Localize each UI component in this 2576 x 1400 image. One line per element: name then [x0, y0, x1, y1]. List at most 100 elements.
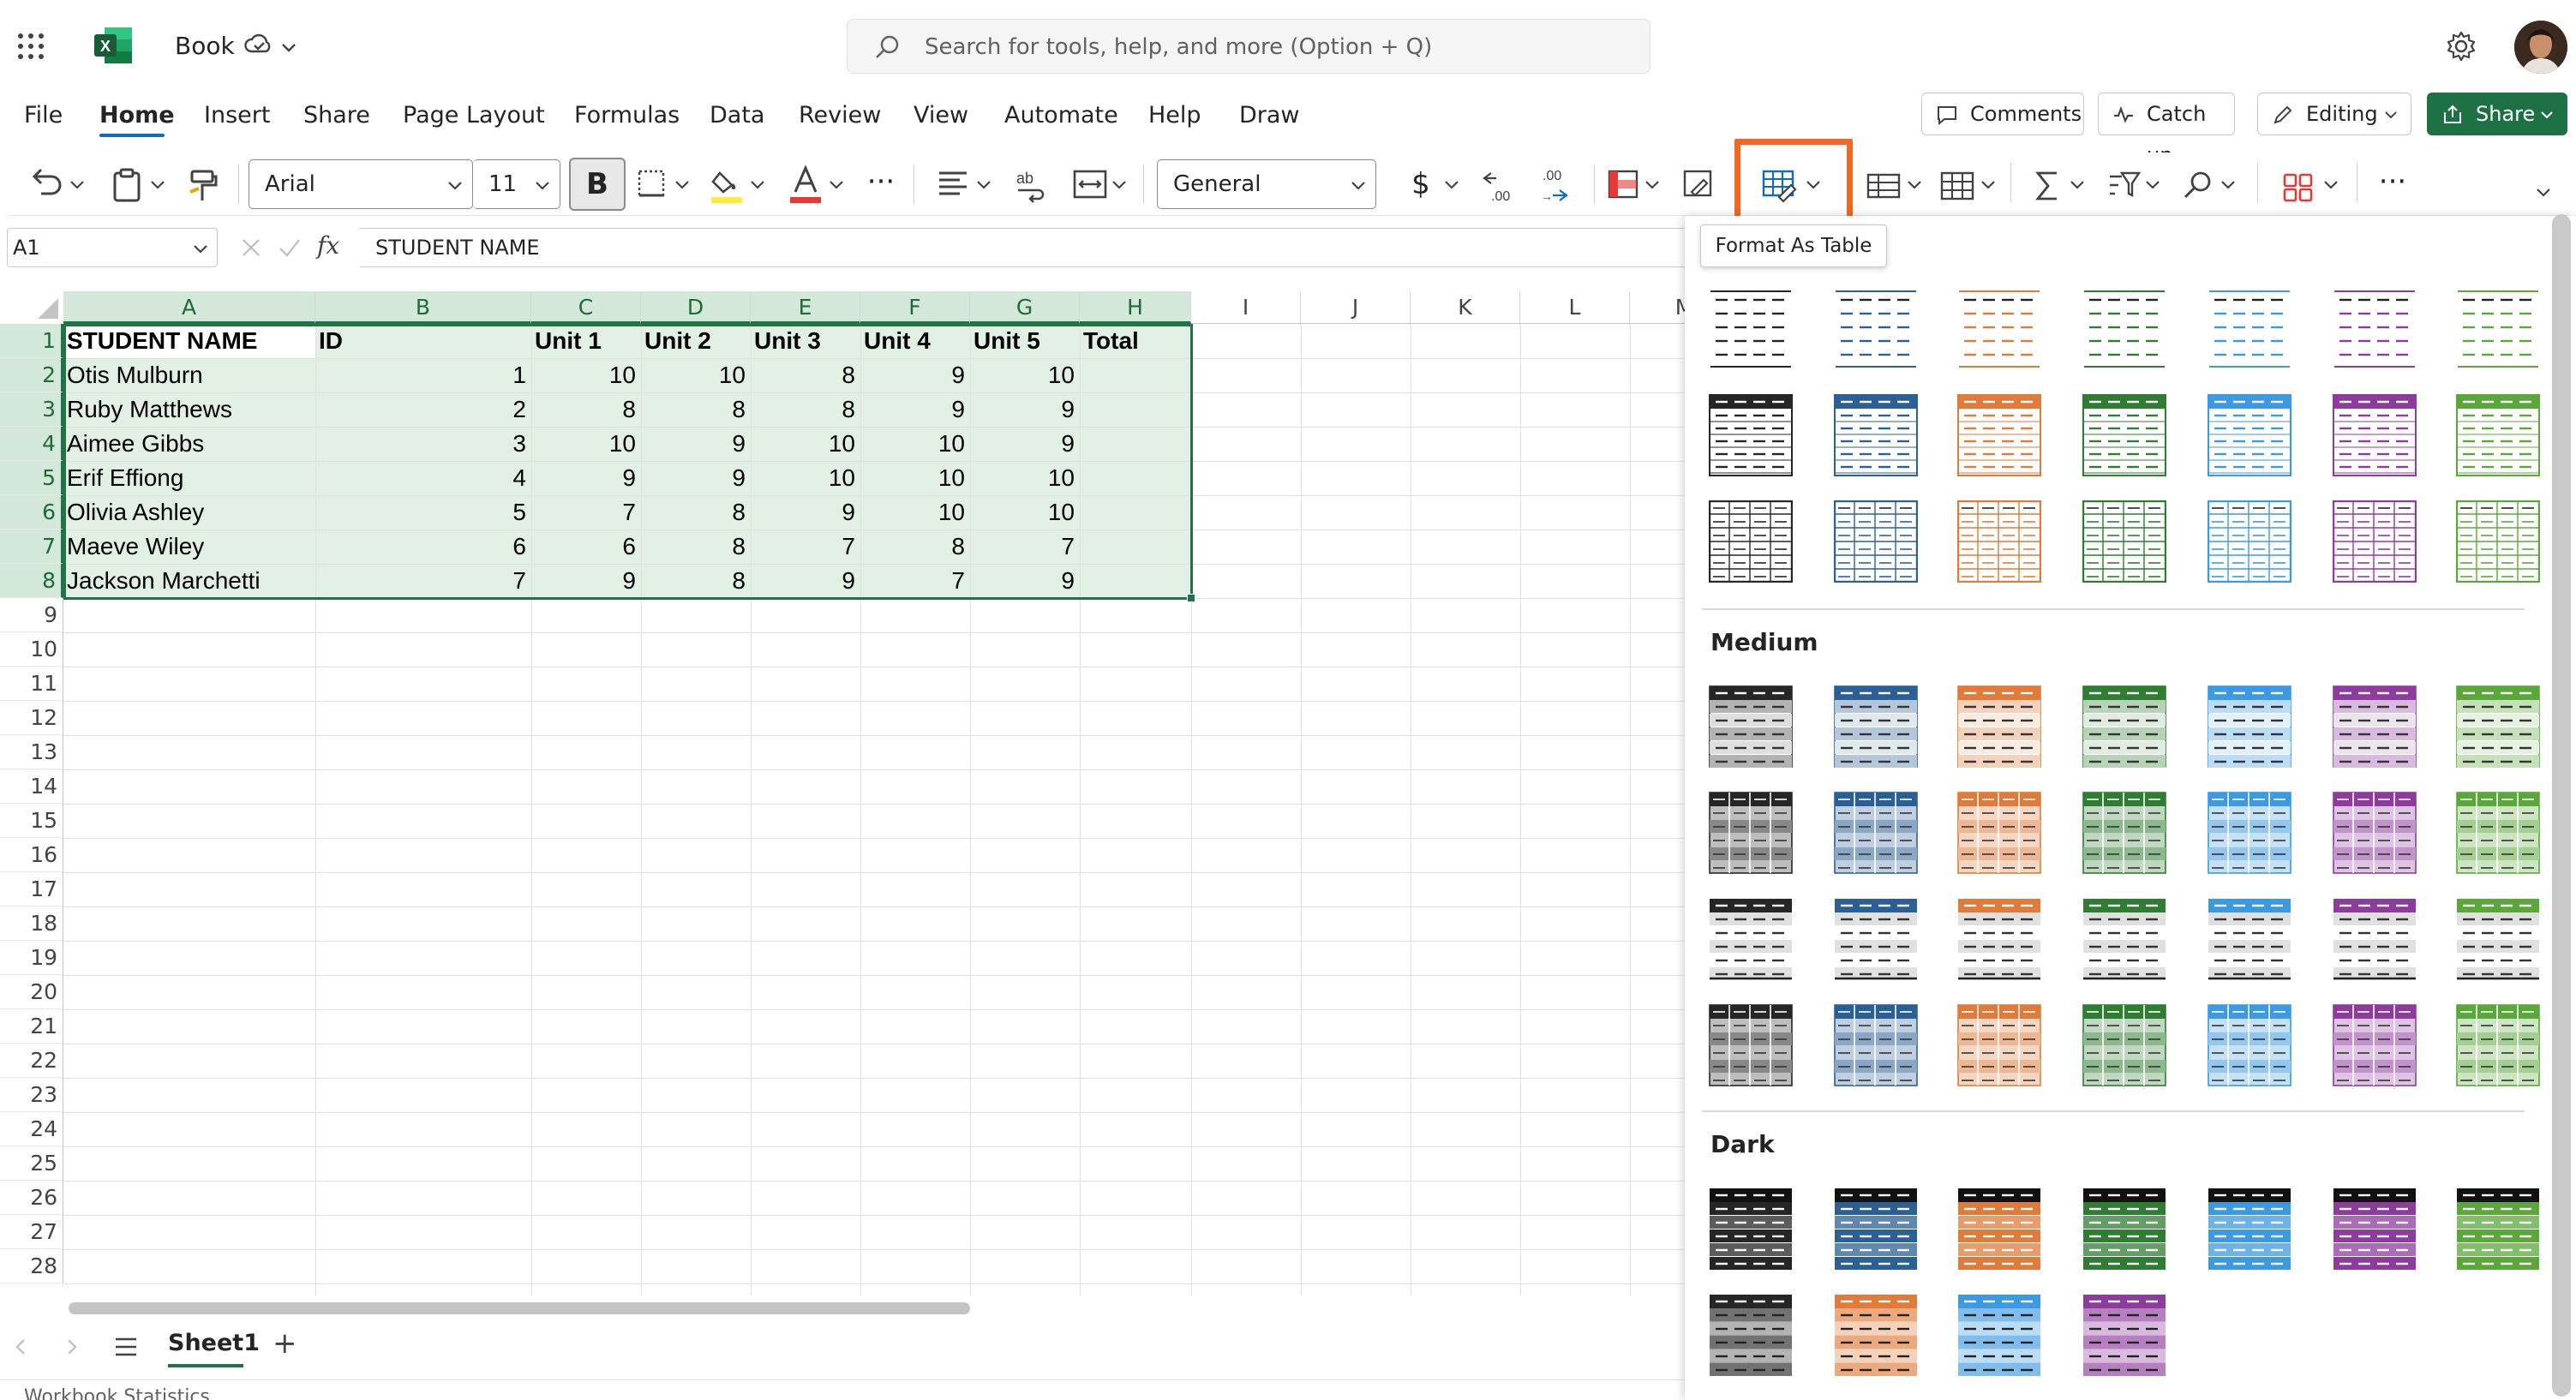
- format-chevron-down-icon[interactable]: [1980, 176, 1997, 193]
- workbook-statistics[interactable]: Workbook Statistics: [24, 1386, 210, 1400]
- table-style-swatch[interactable]: [2208, 685, 2291, 768]
- merge-center-icon[interactable]: [1071, 163, 1109, 206]
- column-header-c[interactable]: C: [531, 291, 641, 324]
- table-style-swatch[interactable]: [2333, 1188, 2417, 1270]
- insert-function-icon[interactable]: fx: [317, 231, 339, 260]
- currency-chevron-down-icon[interactable]: [1443, 176, 1460, 193]
- name-box[interactable]: A1: [7, 228, 218, 267]
- find-icon[interactable]: [2180, 165, 2218, 207]
- wrap-text-icon[interactable]: ab: [1011, 163, 1049, 206]
- table-style-swatch[interactable]: [1834, 1294, 1918, 1376]
- table-style-swatch[interactable]: [1709, 1294, 1793, 1376]
- row-header-11[interactable]: 11: [0, 667, 63, 701]
- table-style-swatch[interactable]: [1709, 500, 1793, 583]
- horizontal-scrollbar[interactable]: [69, 1302, 970, 1314]
- column-header-a[interactable]: A: [63, 291, 315, 324]
- more-options-icon[interactable]: ···: [2374, 163, 2411, 206]
- tab-review[interactable]: Review: [799, 101, 881, 130]
- table-style-swatch[interactable]: [2456, 1188, 2540, 1270]
- insert-chevron-down-icon[interactable]: [1906, 176, 1923, 193]
- table-style-swatch[interactable]: [2333, 685, 2417, 768]
- table-style-swatch[interactable]: [2208, 394, 2291, 476]
- column-header-f[interactable]: F: [860, 291, 970, 324]
- row-header-13[interactable]: 13: [0, 735, 63, 769]
- currency-format-icon[interactable]: $: [1404, 163, 1438, 206]
- table-style-swatch[interactable]: [1957, 288, 2041, 370]
- find-chevron-down-icon[interactable]: [2220, 176, 2237, 193]
- conditional-formatting-icon[interactable]: [1604, 163, 1642, 206]
- table-style-swatch[interactable]: [2208, 1188, 2291, 1270]
- next-sheet-chevron-icon[interactable]: [63, 1337, 81, 1357]
- table-style-swatch[interactable]: [2082, 1294, 2166, 1376]
- increase-decimal-icon[interactable]: .00 →: [1536, 163, 1577, 206]
- row-header-5[interactable]: 5: [0, 461, 63, 495]
- font-color-icon[interactable]: [787, 163, 824, 206]
- column-header-d[interactable]: D: [641, 291, 751, 324]
- table-style-swatch[interactable]: [1957, 685, 2041, 768]
- search-box[interactable]: Search for tools, help, and more (Option…: [847, 19, 1650, 74]
- row-header-26[interactable]: 26: [0, 1181, 63, 1215]
- comments-button[interactable]: Comments: [1921, 93, 2084, 135]
- undo-icon[interactable]: [27, 163, 65, 206]
- fill-color-icon[interactable]: [708, 163, 746, 206]
- row-header-18[interactable]: 18: [0, 906, 63, 941]
- gallery-scrollbar[interactable]: [2552, 214, 2571, 1397]
- number-format-select[interactable]: General: [1157, 159, 1376, 209]
- sheet-tab-sheet1[interactable]: Sheet1: [168, 1326, 260, 1361]
- cancel-icon[interactable]: [240, 236, 262, 259]
- table-style-swatch[interactable]: [2082, 898, 2166, 980]
- table-style-swatch[interactable]: [2082, 288, 2166, 370]
- row-header-15[interactable]: 15: [0, 804, 63, 838]
- autosum-icon[interactable]: [2029, 165, 2067, 207]
- row-header-20[interactable]: 20: [0, 975, 63, 1009]
- row-header-8[interactable]: 8: [0, 564, 63, 598]
- table-style-swatch[interactable]: [1834, 1188, 1918, 1270]
- formula-input[interactable]: STUDENT NAME: [360, 228, 1697, 267]
- row-header-2[interactable]: 2: [0, 358, 63, 392]
- table-style-swatch[interactable]: [1834, 288, 1918, 370]
- row-header-16[interactable]: 16: [0, 838, 63, 872]
- document-title[interactable]: Book: [175, 31, 235, 62]
- table-style-swatch[interactable]: [1957, 500, 2041, 583]
- row-header-24[interactable]: 24: [0, 1112, 63, 1146]
- table-style-swatch[interactable]: [1834, 1004, 1918, 1086]
- table-style-swatch[interactable]: [2208, 288, 2291, 370]
- table-style-swatch[interactable]: [2208, 792, 2291, 874]
- more-font-options-icon[interactable]: ···: [862, 163, 900, 206]
- add-ins-chevron-down-icon[interactable]: [2322, 176, 2339, 193]
- borders-chevron-down-icon[interactable]: [674, 176, 691, 193]
- table-style-swatch[interactable]: [1709, 1004, 1793, 1086]
- tab-share[interactable]: Share: [303, 101, 370, 130]
- row-header-1[interactable]: 1: [0, 324, 63, 358]
- table-style-swatch[interactable]: [2333, 792, 2417, 874]
- column-header-i[interactable]: I: [1191, 291, 1301, 324]
- tab-help[interactable]: Help: [1148, 101, 1201, 130]
- table-style-swatch[interactable]: [2333, 394, 2417, 476]
- table-style-swatch[interactable]: [2456, 1004, 2540, 1086]
- table-style-swatch[interactable]: [1709, 685, 1793, 768]
- add-ins-icon[interactable]: [2279, 165, 2317, 207]
- borders-icon[interactable]: [632, 163, 670, 206]
- decrease-decimal-icon[interactable]: .00: [1479, 163, 1520, 206]
- all-sheets-menu-icon[interactable]: [113, 1335, 139, 1359]
- table-style-swatch[interactable]: [2082, 1188, 2166, 1270]
- insert-cells-icon[interactable]: [1865, 165, 1902, 207]
- table-style-swatch[interactable]: [2082, 1004, 2166, 1086]
- editing-mode-button[interactable]: Editing: [2257, 93, 2411, 135]
- sort-filter-icon[interactable]: [2105, 165, 2142, 207]
- row-header-7[interactable]: 7: [0, 529, 63, 564]
- table-style-swatch[interactable]: [2208, 500, 2291, 583]
- table-style-swatch[interactable]: [1957, 1188, 2041, 1270]
- undo-chevron-down-icon[interactable]: [69, 176, 86, 193]
- table-style-swatch[interactable]: [1709, 394, 1793, 476]
- column-header-j[interactable]: J: [1301, 291, 1411, 324]
- row-header-4[interactable]: 4: [0, 427, 63, 461]
- tab-data[interactable]: Data: [710, 101, 764, 130]
- table-style-swatch[interactable]: [1834, 898, 1918, 980]
- table-style-swatch[interactable]: [2333, 500, 2417, 583]
- table-style-swatch[interactable]: [2082, 394, 2166, 476]
- column-header-e[interactable]: E: [751, 291, 860, 324]
- column-header-b[interactable]: B: [315, 291, 531, 324]
- row-header-14[interactable]: 14: [0, 769, 63, 804]
- fill-chevron-down-icon[interactable]: [749, 176, 766, 193]
